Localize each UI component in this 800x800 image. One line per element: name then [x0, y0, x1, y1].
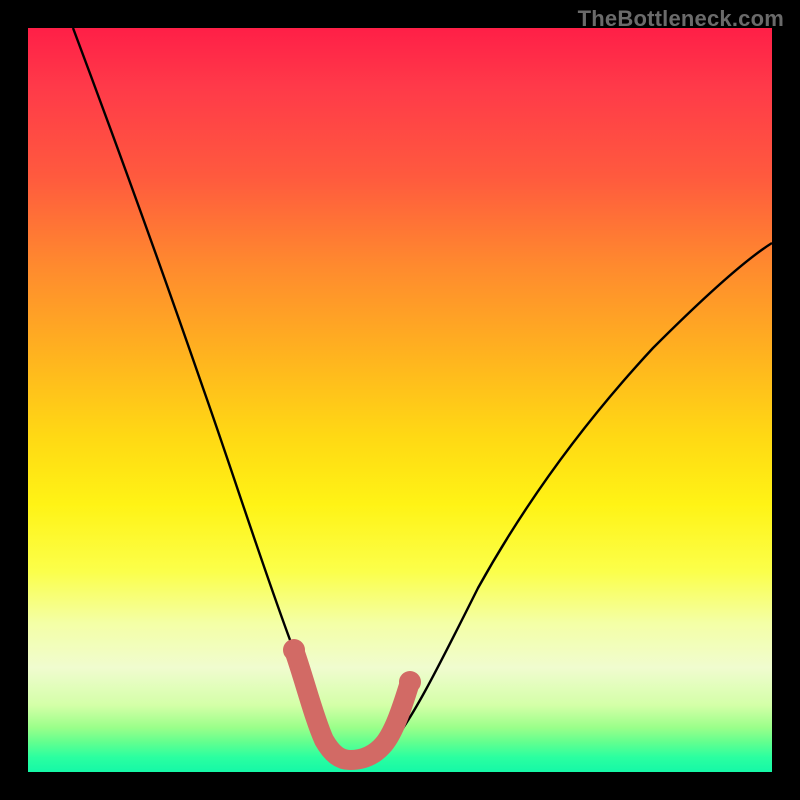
highlight-band [294, 650, 410, 760]
v-curve [73, 28, 772, 758]
chart-frame: TheBottleneck.com [0, 0, 800, 800]
curve-layer [28, 28, 772, 772]
highlight-dot-left [283, 639, 305, 661]
plot-area [28, 28, 772, 772]
highlight-dot-right [399, 671, 421, 693]
